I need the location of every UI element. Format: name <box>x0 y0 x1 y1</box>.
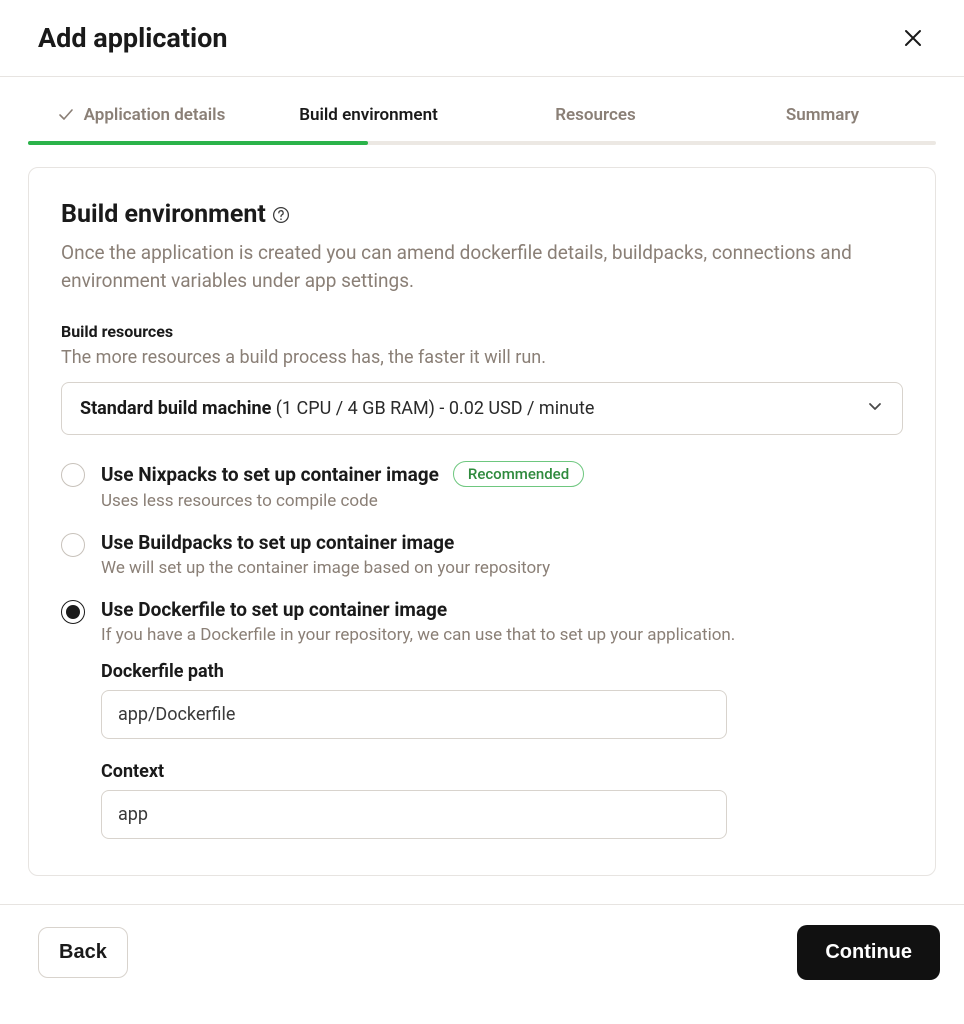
close-button[interactable] <box>900 25 926 51</box>
context-input[interactable] <box>101 790 727 839</box>
step-application-details[interactable]: Application details <box>28 105 255 143</box>
radio-nixpacks[interactable] <box>61 463 85 487</box>
section-heading-text: Build environment <box>61 200 266 229</box>
step-label: Resources <box>555 105 636 125</box>
container-setup-group: Use Nixpacks to set up container image R… <box>61 461 903 839</box>
chevron-down-icon <box>866 397 884 420</box>
option-desc: If you have a Dockerfile in your reposit… <box>101 625 903 645</box>
close-icon <box>904 35 922 50</box>
build-resources-heading: Build resources <box>61 322 903 341</box>
help-icon[interactable] <box>272 206 290 224</box>
step-summary[interactable]: Summary <box>709 105 936 143</box>
step-label: Summary <box>786 105 859 125</box>
modal-title: Add application <box>38 22 228 54</box>
modal-header: Add application <box>0 0 964 77</box>
context-label: Context <box>101 761 903 782</box>
select-main: Standard build machine <box>80 398 271 419</box>
option-nixpacks[interactable]: Use Nixpacks to set up container image R… <box>61 461 903 511</box>
stepper: Application details Build environment Re… <box>0 105 964 143</box>
modal-footer: Back Continue <box>0 904 964 1000</box>
select-value: Standard build machine (1 CPU / 4 GB RAM… <box>80 398 594 419</box>
section-desc: Once the application is created you can … <box>61 239 903 294</box>
recommended-badge: Recommended <box>453 461 584 487</box>
build-env-card: Build environment Once the application i… <box>28 167 936 876</box>
section-heading: Build environment <box>61 200 290 229</box>
dockerfile-path-input[interactable] <box>101 690 727 739</box>
option-buildpacks[interactable]: Use Buildpacks to set up container image… <box>61 531 903 578</box>
option-desc: We will set up the container image based… <box>101 558 903 578</box>
select-detail: (1 CPU / 4 GB RAM) - 0.02 USD / minute <box>271 398 594 419</box>
option-dockerfile[interactable]: Use Dockerfile to set up container image… <box>61 598 903 839</box>
step-label: Application details <box>84 105 226 125</box>
radio-buildpacks[interactable] <box>61 533 85 557</box>
build-resources-desc: The more resources a build process has, … <box>61 347 903 368</box>
continue-button[interactable]: Continue <box>797 925 940 980</box>
radio-dockerfile[interactable] <box>61 600 85 624</box>
option-title: Use Dockerfile to set up container image <box>101 598 447 621</box>
dockerfile-fields: Dockerfile path Context <box>101 661 903 839</box>
option-title: Use Nixpacks to set up container image <box>101 463 439 486</box>
build-machine-select[interactable]: Standard build machine (1 CPU / 4 GB RAM… <box>61 382 903 435</box>
dockerfile-path-label: Dockerfile path <box>101 661 903 682</box>
step-resources[interactable]: Resources <box>482 105 709 143</box>
radio-dot-icon <box>66 605 80 619</box>
check-icon <box>58 107 74 123</box>
option-title: Use Buildpacks to set up container image <box>101 531 454 554</box>
step-label: Build environment <box>299 105 438 125</box>
back-button[interactable]: Back <box>38 927 128 978</box>
step-build-environment[interactable]: Build environment <box>255 105 482 143</box>
option-desc: Uses less resources to compile code <box>101 491 903 511</box>
